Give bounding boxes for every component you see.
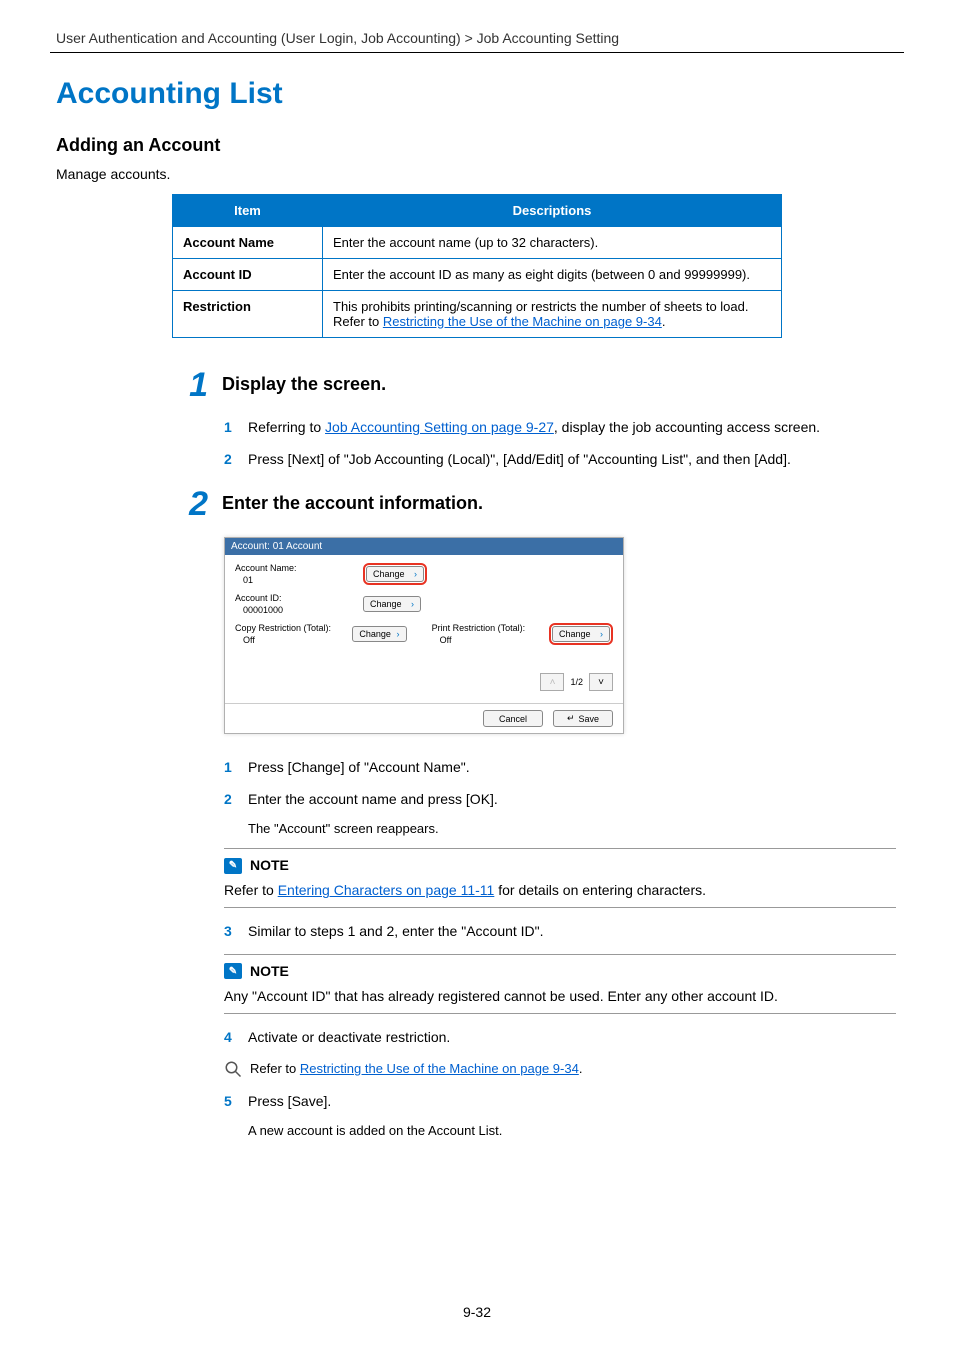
- highlight: Change ›: [363, 563, 427, 585]
- button-label: Save: [579, 714, 600, 724]
- substep-text: Press [Save].: [248, 1092, 331, 1112]
- account-name-label: Account Name:: [235, 563, 355, 573]
- table-header-item: Item: [173, 195, 323, 227]
- table-header-desc: Descriptions: [323, 195, 782, 227]
- step-number-2: 2: [180, 487, 208, 521]
- subtitle: Adding an Account: [50, 135, 904, 156]
- restricting-use-link[interactable]: Restricting the Use of the Machine on pa…: [300, 1061, 579, 1076]
- note-text: Any "Account ID" that has already regist…: [224, 986, 896, 1007]
- highlight: Change ›: [549, 623, 613, 645]
- chevron-right-icon: ›: [397, 629, 400, 639]
- table-item: Restriction: [173, 291, 323, 338]
- ref-text: Refer to Restricting the Use of the Mach…: [250, 1061, 582, 1076]
- ref-pre: Refer to: [250, 1061, 300, 1076]
- substep-text: Similar to steps 1 and 2, enter the "Acc…: [248, 922, 544, 942]
- note-text: Refer to Entering Characters on page 11-…: [224, 880, 896, 901]
- substep-num: 5: [224, 1092, 238, 1112]
- button-label: Change: [359, 629, 391, 639]
- button-label: Change: [559, 629, 591, 639]
- page-indicator: 1/2: [570, 677, 583, 687]
- button-label: Change: [373, 569, 405, 579]
- button-label: Change: [370, 599, 402, 609]
- step-label-2: Enter the account information.: [222, 487, 483, 514]
- table-row: Account ID Enter the account ID as many …: [173, 259, 782, 291]
- chevron-right-icon: ›: [414, 569, 417, 579]
- copy-restriction-value: Off: [243, 635, 344, 645]
- substep-text: Referring to Job Accounting Setting on p…: [248, 418, 820, 438]
- change-account-name-button[interactable]: Change ›: [366, 566, 424, 582]
- note-label: NOTE: [250, 961, 289, 982]
- substep-note: A new account is added on the Account Li…: [248, 1123, 904, 1138]
- page-number: 9-32: [0, 1304, 954, 1320]
- table-row: Restriction This prohibits printing/scan…: [173, 291, 782, 338]
- note-pre: Refer to: [224, 882, 278, 898]
- enter-icon: ↵: [567, 713, 575, 724]
- substep-num: 1: [224, 758, 238, 778]
- step-number-1: 1: [180, 368, 208, 402]
- account-id-value: 00001000: [243, 605, 355, 615]
- table-desc: This prohibits printing/scanning or rest…: [323, 291, 782, 338]
- print-restriction-label: Print Restriction (Total):: [432, 623, 541, 633]
- desc-text-post: .: [662, 314, 666, 329]
- note-post: for details on entering characters.: [494, 882, 706, 898]
- table-desc: Enter the account ID as many as eight di…: [323, 259, 782, 291]
- note-icon: [224, 858, 242, 874]
- step-label-1: Display the screen.: [222, 368, 386, 395]
- dialog-titlebar: Account: 01 Account: [225, 538, 623, 555]
- table-row: Account Name Enter the account name (up …: [173, 227, 782, 259]
- page-title: Accounting List: [50, 77, 904, 111]
- substep-num: 2: [224, 790, 238, 810]
- substep-post: , display the job accounting access scre…: [554, 419, 820, 435]
- chevron-right-icon: ›: [600, 629, 603, 639]
- substep-note: The "Account" screen reappears.: [248, 821, 904, 836]
- account-dialog: Account: 01 Account Account Name: 01 Cha…: [224, 537, 624, 734]
- ref-post: .: [579, 1061, 583, 1076]
- account-name-value: 01: [243, 575, 355, 585]
- substep-num: 3: [224, 922, 238, 942]
- substep-num: 4: [224, 1028, 238, 1048]
- chevron-up-icon: ˄: [550, 677, 556, 688]
- change-account-id-button[interactable]: Change ›: [363, 596, 421, 612]
- substep-text: Activate or deactivate restriction.: [248, 1028, 450, 1048]
- chevron-down-icon: ˅: [598, 677, 604, 688]
- substep-text: Enter the account name and press [OK].: [248, 790, 498, 810]
- breadcrumb: User Authentication and Accounting (User…: [50, 30, 904, 46]
- chevron-right-icon: ›: [411, 599, 414, 609]
- account-id-label: Account ID:: [235, 593, 355, 603]
- substep-num: 2: [224, 450, 238, 470]
- substep-pre: Referring to: [248, 419, 325, 435]
- cancel-button[interactable]: Cancel: [483, 710, 543, 727]
- substep-text: Press [Next] of "Job Accounting (Local)"…: [248, 450, 791, 470]
- table-desc: Enter the account name (up to 32 charact…: [323, 227, 782, 259]
- change-print-restriction-button[interactable]: Change ›: [552, 626, 610, 642]
- table-item: Account ID: [173, 259, 323, 291]
- change-copy-restriction-button[interactable]: Change ›: [352, 626, 406, 642]
- save-button[interactable]: ↵ Save: [553, 710, 613, 727]
- note-box: NOTE Refer to Entering Characters on pag…: [224, 848, 896, 908]
- entering-characters-link[interactable]: Entering Characters on page 11-11: [278, 882, 495, 898]
- note-icon: [224, 963, 242, 979]
- restriction-link[interactable]: Restricting the Use of the Machine on pa…: [383, 314, 662, 329]
- page-down-button[interactable]: ˅: [589, 673, 613, 691]
- substep-num: 1: [224, 418, 238, 438]
- page-up-button[interactable]: ˄: [540, 673, 564, 691]
- print-restriction-value: Off: [440, 635, 541, 645]
- info-table: Item Descriptions Account Name Enter the…: [172, 194, 782, 338]
- note-box: NOTE Any "Account ID" that has already r…: [224, 954, 896, 1014]
- job-accounting-link[interactable]: Job Accounting Setting on page 9-27: [325, 419, 554, 435]
- substep-text: Press [Change] of "Account Name".: [248, 758, 470, 778]
- table-item: Account Name: [173, 227, 323, 259]
- copy-restriction-label: Copy Restriction (Total):: [235, 623, 344, 633]
- header-divider: [50, 52, 904, 53]
- magnifier-icon: [224, 1060, 242, 1078]
- intro-text: Manage accounts.: [50, 166, 904, 182]
- note-label: NOTE: [250, 855, 289, 876]
